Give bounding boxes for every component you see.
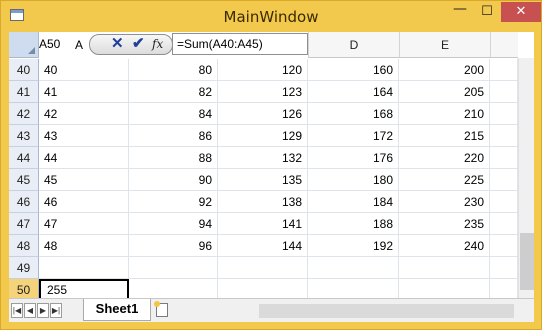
table-cell[interactable]: 96 bbox=[129, 235, 218, 257]
table-cell[interactable]: 230 bbox=[399, 191, 490, 213]
last-sheet-button[interactable]: ▶| bbox=[50, 303, 62, 318]
add-sheet-icon[interactable] bbox=[154, 301, 168, 317]
close-button[interactable]: ✕ bbox=[501, 2, 541, 22]
table-cell[interactable]: 44 bbox=[39, 147, 129, 169]
table-cell[interactable]: 48 bbox=[39, 235, 129, 257]
table-cell[interactable]: 42 bbox=[39, 103, 129, 125]
table-cell[interactable]: 200 bbox=[399, 59, 490, 81]
maximize-button[interactable]: ☐ bbox=[474, 2, 500, 22]
column-header-a[interactable]: A bbox=[69, 32, 89, 58]
table-cell[interactable]: 88 bbox=[129, 147, 218, 169]
row-header[interactable]: 47 bbox=[9, 213, 39, 235]
table-cell[interactable]: 235 bbox=[399, 213, 490, 235]
table-cell[interactable]: 126 bbox=[218, 103, 308, 125]
table-cell[interactable]: 180 bbox=[308, 169, 399, 191]
select-all-corner[interactable] bbox=[9, 32, 39, 58]
table-cell[interactable]: 123 bbox=[218, 81, 308, 103]
table-cell[interactable]: 164 bbox=[308, 81, 399, 103]
table-cell[interactable]: 46 bbox=[39, 191, 129, 213]
table-cell[interactable] bbox=[490, 125, 518, 147]
next-sheet-button[interactable]: ▶ bbox=[37, 303, 49, 318]
table-cell[interactable]: 205 bbox=[399, 81, 490, 103]
minimize-button[interactable]: — bbox=[447, 2, 473, 22]
row-header[interactable]: 40 bbox=[9, 59, 39, 81]
table-cell[interactable]: 240 bbox=[399, 235, 490, 257]
table-cell[interactable] bbox=[490, 257, 518, 279]
row-header[interactable]: 49 bbox=[9, 257, 39, 279]
table-cell[interactable]: 80 bbox=[129, 59, 218, 81]
table-cell[interactable]: 86 bbox=[129, 125, 218, 147]
table-cell[interactable]: 40 bbox=[39, 59, 129, 81]
table-cell[interactable]: 188 bbox=[308, 213, 399, 235]
row-header[interactable]: 42 bbox=[9, 103, 39, 125]
table-cell[interactable] bbox=[129, 257, 218, 279]
row-header[interactable]: 43 bbox=[9, 125, 39, 147]
table-cell[interactable] bbox=[490, 147, 518, 169]
formula-bar: A50 A ✕ ✔ fx =Sum(A40:A45) D E bbox=[9, 32, 534, 58]
table-cell[interactable]: 94 bbox=[129, 213, 218, 235]
table-cell[interactable] bbox=[39, 257, 129, 279]
horizontal-scrollbar[interactable] bbox=[259, 303, 517, 319]
table-cell[interactable] bbox=[490, 59, 518, 81]
table-cell[interactable]: 225 bbox=[399, 169, 490, 191]
row-header[interactable]: 45 bbox=[9, 169, 39, 191]
table-cell[interactable]: 90 bbox=[129, 169, 218, 191]
table-cell[interactable] bbox=[490, 213, 518, 235]
row-header[interactable]: 48 bbox=[9, 235, 39, 257]
cancel-icon[interactable]: ✕ bbox=[111, 36, 124, 52]
sheet-tab-sheet1[interactable]: Sheet1 bbox=[83, 299, 151, 321]
table-cell[interactable]: 132 bbox=[218, 147, 308, 169]
first-sheet-button[interactable]: |◀ bbox=[11, 303, 23, 318]
table-cell[interactable]: 43 bbox=[39, 125, 129, 147]
fx-icon[interactable]: fx bbox=[152, 37, 163, 51]
table-cell[interactable] bbox=[399, 257, 490, 279]
row-header[interactable]: 44 bbox=[9, 147, 39, 169]
table-cell[interactable]: 47 bbox=[39, 213, 129, 235]
formula-input[interactable]: =Sum(A40:A45) bbox=[172, 33, 308, 55]
vertical-scrollbar[interactable] bbox=[518, 58, 534, 298]
table-cell[interactable]: 168 bbox=[308, 103, 399, 125]
table-cell[interactable]: 45 bbox=[39, 169, 129, 191]
table-cell[interactable]: 129 bbox=[218, 125, 308, 147]
column-header-f[interactable] bbox=[490, 32, 518, 58]
horizontal-scroll-thumb[interactable] bbox=[259, 304, 514, 318]
table-cell[interactable] bbox=[218, 257, 308, 279]
table-cell[interactable]: 138 bbox=[218, 191, 308, 213]
main-window: MainWindow — ☐ ✕ A50 A ✕ ✔ fx =Sum(A40:A… bbox=[0, 0, 542, 330]
table-cell[interactable]: 92 bbox=[129, 191, 218, 213]
table-cell[interactable]: 135 bbox=[218, 169, 308, 191]
table-cell[interactable]: 41 bbox=[39, 81, 129, 103]
prev-sheet-button[interactable]: ◀ bbox=[24, 303, 36, 318]
table-cell[interactable] bbox=[490, 103, 518, 125]
table-cell[interactable]: 215 bbox=[399, 125, 490, 147]
table-cell[interactable]: 210 bbox=[399, 103, 490, 125]
table-cell[interactable]: 82 bbox=[129, 81, 218, 103]
table-cell[interactable]: 120 bbox=[218, 59, 308, 81]
row-header[interactable]: 46 bbox=[9, 191, 39, 213]
table-cell[interactable] bbox=[490, 169, 518, 191]
row-header[interactable]: 41 bbox=[9, 81, 39, 103]
table-cell[interactable]: 184 bbox=[308, 191, 399, 213]
table-cell[interactable]: 176 bbox=[308, 147, 399, 169]
table-cell[interactable]: 172 bbox=[308, 125, 399, 147]
table-cell[interactable]: 84 bbox=[129, 103, 218, 125]
vertical-scroll-thumb[interactable] bbox=[520, 233, 534, 290]
table-cell[interactable] bbox=[490, 81, 518, 103]
table-cell[interactable]: 160 bbox=[308, 59, 399, 81]
table-cell[interactable] bbox=[490, 191, 518, 213]
table-cell[interactable]: 220 bbox=[399, 147, 490, 169]
table-cell[interactable]: 144 bbox=[218, 235, 308, 257]
table-cell[interactable]: 141 bbox=[218, 213, 308, 235]
table-cell[interactable]: 192 bbox=[308, 235, 399, 257]
name-box[interactable]: A50 bbox=[39, 37, 60, 51]
commit-icon[interactable]: ✔ bbox=[132, 36, 145, 52]
column-header-e[interactable]: E bbox=[399, 32, 490, 58]
sheet-tab-bar: |◀ ◀ ▶ ▶| Sheet1 bbox=[9, 298, 534, 322]
spreadsheet: A50 A ✕ ✔ fx =Sum(A40:A45) D E 40 40 80 120… bbox=[9, 32, 534, 322]
table-cell[interactable] bbox=[308, 257, 399, 279]
table-cell[interactable] bbox=[490, 235, 518, 257]
column-header-d[interactable]: D bbox=[308, 32, 399, 58]
title-bar[interactable]: MainWindow — ☐ ✕ bbox=[1, 1, 541, 31]
